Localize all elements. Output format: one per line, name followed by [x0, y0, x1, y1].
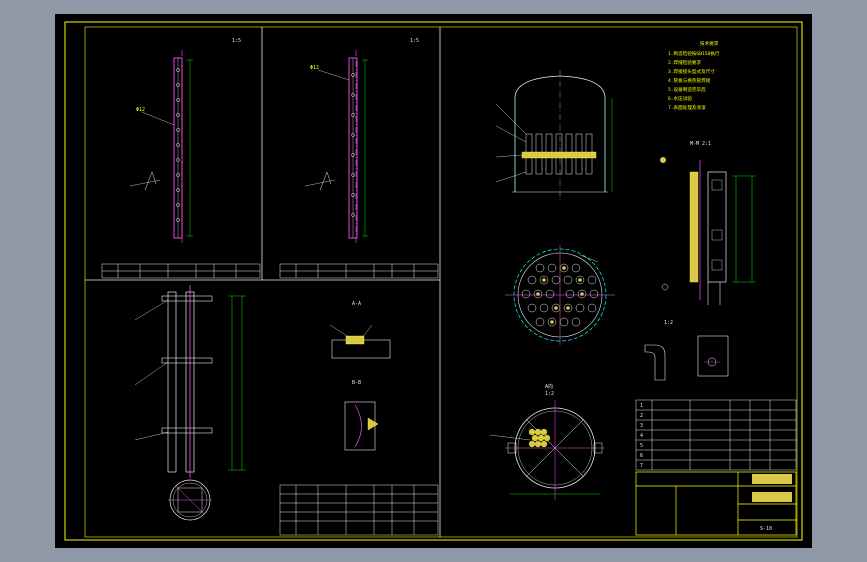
bracket-view-title: 1:2: [664, 320, 673, 326]
title-row-number: 2: [640, 413, 643, 419]
title-row-number: 4: [640, 433, 643, 439]
note-line: 7.表面处理及涂漆: [668, 104, 706, 111]
title-row-number: 1: [640, 403, 643, 409]
drawing-number: S-10: [760, 526, 772, 532]
cad-drawing-sheet: Φ12 1:5 Φ12 1:5 A-A B-B A向 1:2 M-M 2:1 1…: [55, 14, 812, 548]
note-line: 4.管板与换热管焊接: [668, 77, 711, 84]
section-a-label: A-A: [352, 301, 361, 307]
side-view-title: M-M 2:1: [690, 141, 711, 147]
title-row-number: 5: [640, 443, 643, 449]
section-b-label: B-B: [352, 380, 361, 386]
rod-a-scale: 1:5: [232, 38, 241, 44]
view-a-title: A向: [545, 383, 553, 390]
title-row-number: 7: [640, 463, 643, 469]
view-a-scale: 1:2: [545, 391, 554, 397]
notes-heading: 技术要求: [700, 40, 719, 47]
rod-b-scale: 1:5: [410, 38, 419, 44]
note-line: 6.水压试验: [668, 95, 692, 102]
rod-b-label: Φ12: [310, 65, 319, 71]
note-line: 2.焊缝检验要求: [668, 59, 702, 66]
sheet-background: [55, 14, 812, 548]
rod-a-label: Φ12: [136, 107, 145, 113]
title-row-number: 3: [640, 423, 643, 429]
note-line: 1.制造检验按GB150执行: [668, 50, 720, 57]
note-line: 5.设备制造完毕后: [668, 86, 706, 93]
note-line: 3.焊接接头型式及尺寸: [668, 68, 715, 75]
title-row-number: 6: [640, 453, 643, 459]
